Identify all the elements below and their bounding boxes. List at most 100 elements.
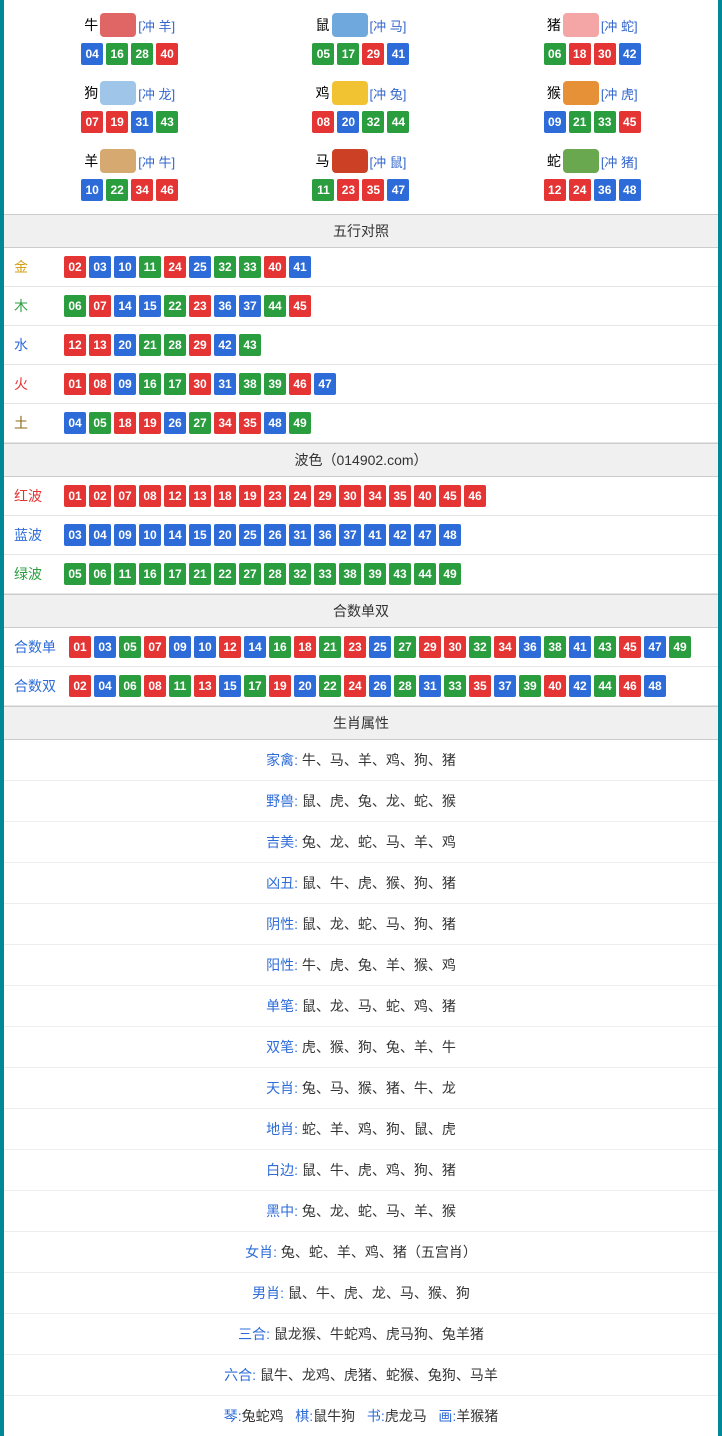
zodiac-clash: [冲 羊] — [138, 16, 175, 35]
row-label: 红波 — [14, 486, 64, 506]
number-ball: 08 — [89, 373, 111, 395]
ball-row: 06183042 — [477, 43, 708, 65]
shengxiao-rows: 家禽: 牛、马、羊、鸡、狗、猪野兽: 鼠、虎、兔、龙、蛇、猴吉美: 兔、龙、蛇、… — [4, 740, 718, 1396]
heshu-rows: 合数单0103050709101214161821232527293032343… — [4, 628, 718, 706]
attribute-label: 野兽: — [266, 793, 302, 809]
number-ball: 36 — [214, 295, 236, 317]
number-ball: 32 — [362, 111, 384, 133]
number-ball: 43 — [156, 111, 178, 133]
number-ball: 28 — [394, 675, 416, 697]
number-ball: 29 — [314, 485, 336, 507]
number-ball: 22 — [106, 179, 128, 201]
number-ball: 36 — [519, 636, 541, 658]
number-ball: 34 — [214, 412, 236, 434]
ball-row: 07193143 — [14, 111, 245, 133]
row-balls: 0102070812131819232429303435404546 — [64, 485, 486, 507]
number-ball: 37 — [339, 524, 361, 546]
row-label: 木 — [14, 296, 64, 316]
zodiac-clash: [冲 牛] — [138, 152, 175, 171]
number-ball: 01 — [64, 373, 86, 395]
ball-row: 09213345 — [477, 111, 708, 133]
number-ball: 33 — [594, 111, 616, 133]
number-ball: 38 — [544, 636, 566, 658]
zodiac-name: 猪 — [547, 15, 561, 35]
four-label: 书: — [367, 1408, 385, 1424]
zodiac-clash: [冲 兔] — [370, 84, 407, 103]
number-ball: 29 — [189, 334, 211, 356]
row-balls: 0103050709101214161821232527293032343638… — [69, 636, 691, 658]
number-ball: 03 — [89, 256, 111, 278]
number-ball: 49 — [289, 412, 311, 434]
number-ball: 23 — [344, 636, 366, 658]
attribute-label: 男肖: — [252, 1285, 288, 1301]
zodiac-cell: 狗[冲 龙]07193143 — [14, 73, 245, 141]
number-ball: 21 — [139, 334, 161, 356]
four-label: 琴: — [224, 1408, 242, 1424]
number-ball: 14 — [114, 295, 136, 317]
number-ball: 35 — [469, 675, 491, 697]
number-ball: 22 — [214, 563, 236, 585]
number-ball: 16 — [269, 636, 291, 658]
number-ball: 26 — [264, 524, 286, 546]
attribute-label: 双笔: — [266, 1039, 302, 1055]
number-ball: 17 — [164, 563, 186, 585]
number-ball: 33 — [314, 563, 336, 585]
number-ball: 23 — [337, 179, 359, 201]
zodiac-name: 蛇 — [547, 151, 561, 171]
number-ball: 41 — [289, 256, 311, 278]
attribute-row: 吉美: 兔、龙、蛇、马、羊、鸡 — [4, 822, 718, 863]
zodiac-icon — [100, 149, 136, 173]
number-ball: 05 — [89, 412, 111, 434]
number-ball: 18 — [294, 636, 316, 658]
number-ball: 21 — [189, 563, 211, 585]
attribute-value: 鼠、牛、虎、猴、狗、猪 — [302, 875, 456, 891]
number-ball: 45 — [619, 636, 641, 658]
number-ball: 30 — [339, 485, 361, 507]
number-ball: 49 — [439, 563, 461, 585]
number-ball: 36 — [314, 524, 336, 546]
number-ball: 07 — [114, 485, 136, 507]
attribute-row: 三合: 鼠龙猴、牛蛇鸡、虎马狗、兔羊猪 — [4, 1314, 718, 1355]
number-ball: 04 — [81, 43, 103, 65]
number-ball: 08 — [139, 485, 161, 507]
data-row: 合数双0204060811131517192022242628313335373… — [4, 667, 718, 706]
number-ball: 26 — [164, 412, 186, 434]
number-ball: 07 — [144, 636, 166, 658]
number-ball: 28 — [131, 43, 153, 65]
attribute-value: 鼠、龙、马、蛇、鸡、猪 — [302, 998, 456, 1014]
ball-row: 05172941 — [245, 43, 476, 65]
shengxiao-header: 生肖属性 — [4, 706, 718, 740]
number-ball: 34 — [131, 179, 153, 201]
bose-header: 波色（014902.com） — [4, 443, 718, 477]
zodiac-icon — [332, 81, 368, 105]
attribute-row: 阴性: 鼠、龙、蛇、马、狗、猪 — [4, 904, 718, 945]
number-ball: 34 — [364, 485, 386, 507]
zodiac-cell: 鸡[冲 兔]08203244 — [245, 73, 476, 141]
bose-rows: 红波0102070812131819232429303435404546 蓝波03… — [4, 477, 718, 594]
number-ball: 19 — [269, 675, 291, 697]
row-label: 绿波 — [14, 564, 64, 584]
four-value: 鼠牛狗 — [313, 1408, 355, 1424]
attribute-row: 单笔: 鼠、龙、马、蛇、鸡、猪 — [4, 986, 718, 1027]
number-ball: 44 — [387, 111, 409, 133]
number-ball: 28 — [164, 334, 186, 356]
row-balls: 1213202128294243 — [64, 334, 261, 356]
number-ball: 43 — [389, 563, 411, 585]
data-row: 土04051819262734354849 — [4, 404, 718, 443]
attribute-value: 兔、龙、蛇、马、羊、猴 — [302, 1203, 456, 1219]
number-ball: 42 — [389, 524, 411, 546]
number-ball: 12 — [164, 485, 186, 507]
data-row: 蓝波03040910141520252631363741424748 — [4, 516, 718, 555]
number-ball: 45 — [439, 485, 461, 507]
four-label: 棋: — [295, 1408, 313, 1424]
four-value: 虎龙马 — [385, 1408, 427, 1424]
number-ball: 34 — [494, 636, 516, 658]
number-ball: 23 — [264, 485, 286, 507]
number-ball: 48 — [619, 179, 641, 201]
attribute-label: 地肖: — [266, 1121, 302, 1137]
number-ball: 27 — [394, 636, 416, 658]
number-ball: 35 — [389, 485, 411, 507]
number-ball: 05 — [64, 563, 86, 585]
zodiac-name: 狗 — [84, 83, 98, 103]
number-ball: 47 — [414, 524, 436, 546]
